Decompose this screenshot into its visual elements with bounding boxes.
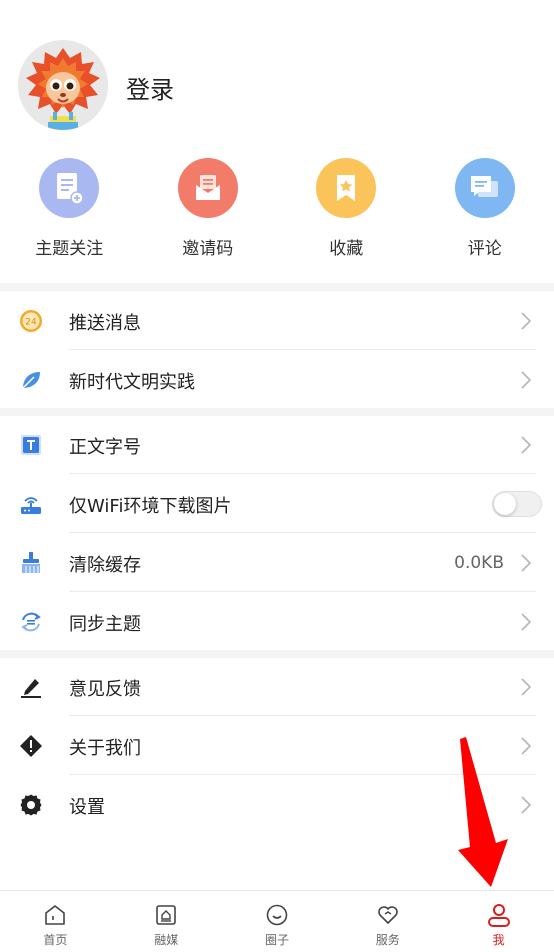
quick-favorite-label: 收藏	[329, 239, 364, 259]
push-24-icon: 24	[19, 309, 43, 333]
menu-item-sync-theme[interactable]: 同步主题	[0, 592, 554, 651]
quick-comment[interactable]: 评论	[416, 152, 554, 280]
tab-service-label: 服务	[375, 933, 400, 947]
menu-item-clear-cache[interactable]: 清除缓存 0.0KB	[0, 533, 554, 592]
sync-icon	[19, 610, 43, 634]
wifi-images-toggle[interactable]	[492, 491, 542, 517]
tab-circle-label: 圈子	[264, 933, 289, 947]
quick-topic-follow-label: 主题关注	[35, 239, 104, 259]
chevron-right-icon	[521, 312, 532, 330]
tab-media[interactable]: 融媒	[111, 891, 222, 952]
text-size-icon	[19, 433, 43, 457]
menu-item-settings[interactable]: 设置	[0, 775, 554, 834]
chevron-right-icon	[521, 678, 532, 696]
tab-circle[interactable]: 圈子	[222, 891, 333, 952]
menu-item-about-label: 关于我们	[69, 738, 141, 759]
heart-service-icon	[374, 901, 402, 929]
leaf-icon	[19, 368, 43, 392]
lion-mascot-icon	[18, 40, 108, 130]
gear-icon	[19, 793, 43, 817]
menu-item-clear-cache-label: 清除缓存	[69, 555, 141, 576]
menu-item-sync-theme-label: 同步主题	[69, 614, 141, 635]
menu-item-civilization[interactable]: 新时代文明实践	[0, 350, 554, 409]
menu-item-feedback-label: 意见反馈	[69, 679, 141, 700]
menu-item-wifi-images-label: 仅WiFi环境下载图片	[69, 496, 232, 517]
tab-me-label: 我	[492, 933, 505, 947]
profile-header: 登录	[0, 0, 554, 150]
section-gap	[0, 283, 554, 291]
toggle-knob	[494, 493, 516, 515]
chevron-right-icon	[521, 554, 532, 572]
quick-comment-label: 评论	[467, 239, 502, 259]
avatar[interactable]	[18, 40, 108, 130]
menu-item-civilization-label: 新时代文明实践	[69, 372, 195, 393]
user-icon	[485, 901, 513, 929]
pencil-icon	[19, 675, 43, 699]
menu-item-push[interactable]: 24 推送消息	[0, 291, 554, 350]
menu-item-about[interactable]: 关于我们	[0, 716, 554, 775]
info-diamond-icon	[19, 734, 43, 758]
topic-follow-icon	[39, 158, 100, 218]
quick-invite-code-label: 邀请码	[182, 239, 234, 259]
invite-code-icon	[177, 158, 238, 218]
menu-item-push-label: 推送消息	[69, 313, 141, 334]
quick-topic-follow[interactable]: 主题关注	[0, 152, 139, 280]
favorite-icon	[316, 158, 377, 218]
tab-home[interactable]: 首页	[0, 891, 111, 952]
menu-item-font-size-label: 正文字号	[69, 437, 141, 458]
tab-me[interactable]: 我	[443, 891, 554, 952]
chevron-right-icon	[521, 737, 532, 755]
tab-service[interactable]: 服务	[332, 891, 443, 952]
chevron-right-icon	[521, 436, 532, 454]
broom-icon	[19, 551, 43, 575]
media-icon	[152, 901, 180, 929]
chevron-right-icon	[521, 371, 532, 389]
quick-invite-code[interactable]: 邀请码	[139, 152, 278, 280]
bottom-tab-bar: 首页 融媒 圈子 服务 我	[0, 890, 554, 952]
menu-item-feedback[interactable]: 意见反馈	[0, 657, 554, 716]
tab-media-label: 融媒	[154, 933, 179, 947]
home-icon	[41, 901, 69, 929]
comment-icon	[454, 158, 515, 218]
quick-actions: 主题关注 邀请码 收藏 评论	[0, 152, 554, 280]
circle-smile-icon	[263, 901, 291, 929]
chevron-right-icon	[521, 796, 532, 814]
menu-item-wifi-images: 仅WiFi环境下载图片	[0, 474, 554, 533]
cache-size-value: 0.0KB	[454, 553, 504, 573]
quick-favorite[interactable]: 收藏	[277, 152, 416, 280]
push-badge-text: 24	[25, 318, 37, 328]
menu-item-settings-label: 设置	[69, 797, 105, 818]
tab-home-label: 首页	[43, 933, 68, 947]
wifi-router-icon	[19, 492, 43, 516]
chevron-right-icon	[521, 613, 532, 631]
login-link[interactable]: 登录	[126, 70, 174, 105]
menu-item-font-size[interactable]: 正文字号	[0, 415, 554, 474]
